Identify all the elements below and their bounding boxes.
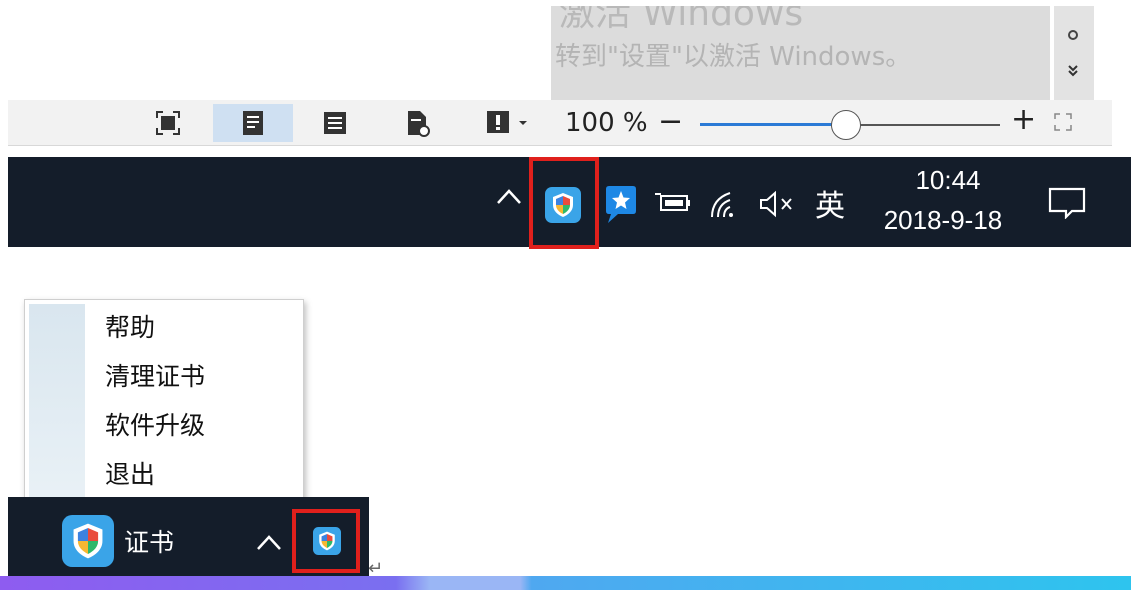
decorative-gradient-bar <box>0 576 1131 590</box>
activation-title: 激活 Windows <box>559 6 804 34</box>
taskbar-snippet: 证书 <box>8 497 369 576</box>
focus-mode-icon <box>156 111 180 135</box>
app-label: 证书 <box>124 528 175 557</box>
print-layout-button[interactable] <box>213 104 293 142</box>
menu-icon-column <box>29 304 85 502</box>
menu-item-help[interactable]: 帮助 <box>105 308 155 348</box>
clock-time[interactable]: 10:44 <box>878 165 1018 196</box>
zoom-in-button[interactable]: + <box>1011 102 1036 137</box>
zoom-slider-fill <box>700 123 840 126</box>
certificate-shield-icon[interactable] <box>545 187 581 223</box>
windows-taskbar: 英 10:44 2018-9-18 <box>8 157 1131 249</box>
vertical-scroll-controls <box>1054 6 1094 100</box>
action-center-icon[interactable] <box>1048 187 1086 219</box>
web-layout-icon <box>324 112 346 134</box>
menu-item-software-upgrade[interactable]: 软件升级 <box>105 406 205 446</box>
fullscreen-icon[interactable] <box>1053 112 1073 132</box>
wifi-signal-icon[interactable] <box>708 189 742 219</box>
zoom-out-button[interactable]: − <box>658 104 683 139</box>
print-layout-icon <box>243 111 263 135</box>
menu-item-clear-certificates[interactable]: 清理证书 <box>105 357 205 397</box>
tray-context-menu: 帮助 清理证书 软件升级 退出 <box>24 299 304 506</box>
read-mode-icon <box>487 111 527 133</box>
clock-date[interactable]: 2018-9-18 <box>868 205 1018 236</box>
draft-view-button[interactable] <box>378 104 458 142</box>
show-hidden-icons-chevron-icon[interactable] <box>256 533 282 551</box>
input-language-indicator[interactable]: 英 <box>815 181 845 225</box>
status-bar: 100 % − + <box>8 100 1112 146</box>
activation-description: 转到"设置"以激活 Windows。 <box>555 42 912 72</box>
focus-mode-button[interactable] <box>128 104 208 142</box>
certificate-shield-icon[interactable] <box>313 527 341 555</box>
next-page-icon[interactable] <box>1068 64 1078 80</box>
browse-object-icon[interactable] <box>1068 30 1078 40</box>
read-mode-button[interactable] <box>468 104 548 142</box>
battery-charging-icon[interactable] <box>653 191 693 215</box>
show-hidden-icons-chevron-icon[interactable] <box>496 187 522 205</box>
certificate-app-icon[interactable] <box>62 515 114 567</box>
volume-muted-icon[interactable] <box>758 189 798 219</box>
draft-view-icon <box>408 111 430 137</box>
menu-item-exit[interactable]: 退出 <box>105 455 155 495</box>
web-layout-button[interactable] <box>295 104 375 142</box>
tim-messenger-icon[interactable] <box>604 185 638 225</box>
zoom-slider-thumb[interactable] <box>831 110 861 140</box>
activation-watermark: 激活 Windows 转到"设置"以激活 Windows。 <box>551 6 1050 100</box>
top-screenshot: 激活 Windows 转到"设置"以激活 Windows。 100 % − + … <box>8 0 1131 249</box>
zoom-level[interactable]: 100 % <box>565 108 648 138</box>
